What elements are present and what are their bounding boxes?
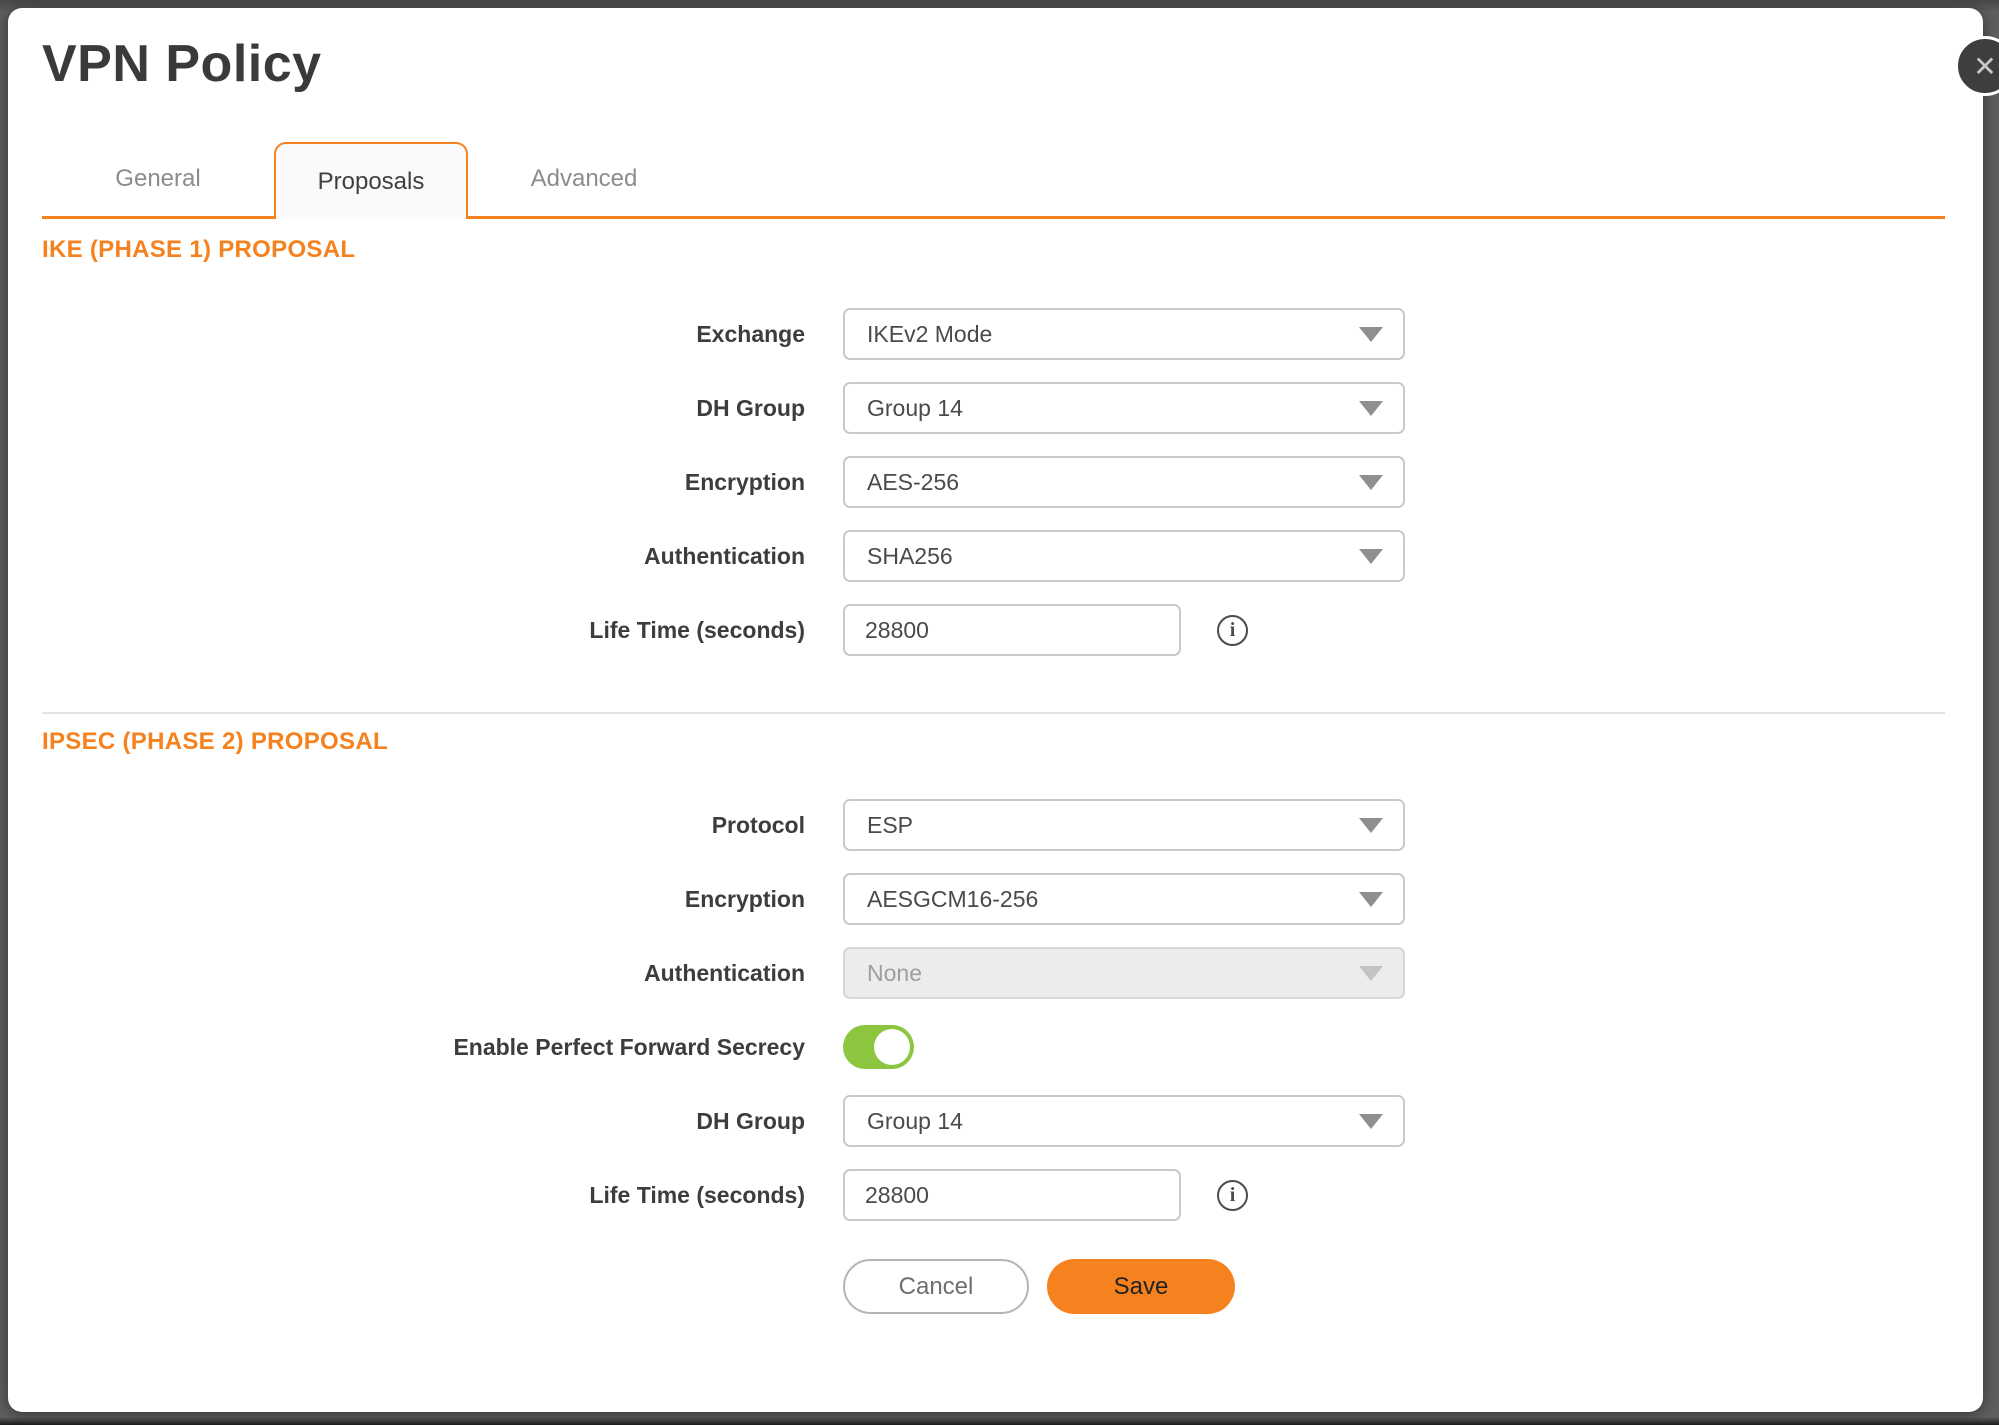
chevron-down-icon [1359, 966, 1383, 981]
dh-group-select[interactable]: Group 14 [843, 382, 1405, 434]
ipsec-phase2-form: Protocol ESP Encryption AESGCM16-256 Aut… [42, 799, 1945, 1221]
encryption2-label: Encryption [42, 886, 805, 913]
tab-advanced-label: Advanced [531, 165, 638, 193]
encryption2-row: Encryption AESGCM16-256 [42, 873, 1945, 925]
chevron-down-icon [1359, 549, 1383, 564]
section-divider [42, 712, 1945, 714]
info-icon[interactable]: i [1217, 1180, 1248, 1211]
protocol-row: Protocol ESP [42, 799, 1945, 851]
dh-group-value: Group 14 [867, 395, 963, 422]
save-button[interactable]: Save [1047, 1259, 1235, 1314]
life-time-label: Life Time (seconds) [42, 617, 805, 644]
tab-proposals[interactable]: Proposals [274, 142, 468, 219]
chevron-down-icon [1359, 1114, 1383, 1129]
encryption-value: AES-256 [867, 469, 959, 496]
ike-phase1-form: Exchange IKEv2 Mode DH Group Group 14 En… [42, 308, 1945, 656]
dh-group-label: DH Group [42, 395, 805, 422]
vpn-policy-dialog: VPN Policy General Proposals Advanced IK… [8, 8, 1983, 1412]
page-title: VPN Policy [42, 34, 1945, 94]
life-time2-label: Life Time (seconds) [42, 1182, 805, 1209]
section-heading-ipsec-phase2: IPSEC (PHASE 2) PROPOSAL [42, 727, 1945, 757]
exchange-label: Exchange [42, 321, 805, 348]
encryption-select[interactable]: AES-256 [843, 456, 1405, 508]
life-time2-row: Life Time (seconds) i [42, 1169, 1945, 1221]
section-heading-ike-phase1: IKE (PHASE 1) PROPOSAL [42, 235, 1945, 265]
exchange-row: Exchange IKEv2 Mode [42, 308, 1945, 360]
authentication-row: Authentication SHA256 [42, 530, 1945, 582]
authentication-select[interactable]: SHA256 [843, 530, 1405, 582]
pfs-toggle[interactable] [843, 1025, 914, 1069]
chevron-down-icon [1359, 818, 1383, 833]
life-time-row: Life Time (seconds) i [42, 604, 1945, 656]
tab-general-label: General [115, 165, 200, 193]
encryption-row: Encryption AES-256 [42, 456, 1945, 508]
dh-group2-value: Group 14 [867, 1108, 963, 1135]
dh-group2-label: DH Group [42, 1108, 805, 1135]
info-icon[interactable]: i [1217, 615, 1248, 646]
exchange-value: IKEv2 Mode [867, 321, 992, 348]
pfs-label: Enable Perfect Forward Secrecy [42, 1034, 805, 1061]
dh-group2-row: DH Group Group 14 [42, 1095, 1945, 1147]
tab-proposals-label: Proposals [318, 168, 425, 196]
authentication-value: SHA256 [867, 543, 953, 570]
protocol-select[interactable]: ESP [843, 799, 1405, 851]
tab-general[interactable]: General [42, 142, 274, 216]
exchange-select[interactable]: IKEv2 Mode [843, 308, 1405, 360]
dh-group-row: DH Group Group 14 [42, 382, 1945, 434]
authentication2-label: Authentication [42, 960, 805, 987]
tab-advanced[interactable]: Advanced [468, 142, 700, 216]
authentication-label: Authentication [42, 543, 805, 570]
tab-bar: General Proposals Advanced [42, 142, 1945, 219]
life-time2-input[interactable] [843, 1169, 1181, 1221]
chevron-down-icon [1359, 401, 1383, 416]
encryption2-value: AESGCM16-256 [867, 886, 1038, 913]
encryption2-select[interactable]: AESGCM16-256 [843, 873, 1405, 925]
authentication2-row: Authentication None [42, 947, 1945, 999]
protocol-value: ESP [867, 812, 913, 839]
protocol-label: Protocol [42, 812, 805, 839]
close-icon: ✕ [1973, 50, 1996, 83]
cancel-button[interactable]: Cancel [843, 1259, 1029, 1314]
encryption-label: Encryption [42, 469, 805, 496]
life-time-input[interactable] [843, 604, 1181, 656]
pfs-row: Enable Perfect Forward Secrecy [42, 1021, 1945, 1073]
chevron-down-icon [1359, 475, 1383, 490]
authentication2-value: None [867, 960, 922, 987]
chevron-down-icon [1359, 327, 1383, 342]
dialog-footer: Cancel Save [42, 1259, 1945, 1314]
dh-group2-select[interactable]: Group 14 [843, 1095, 1405, 1147]
toggle-knob-icon [874, 1029, 910, 1065]
chevron-down-icon [1359, 892, 1383, 907]
authentication2-select-disabled: None [843, 947, 1405, 999]
